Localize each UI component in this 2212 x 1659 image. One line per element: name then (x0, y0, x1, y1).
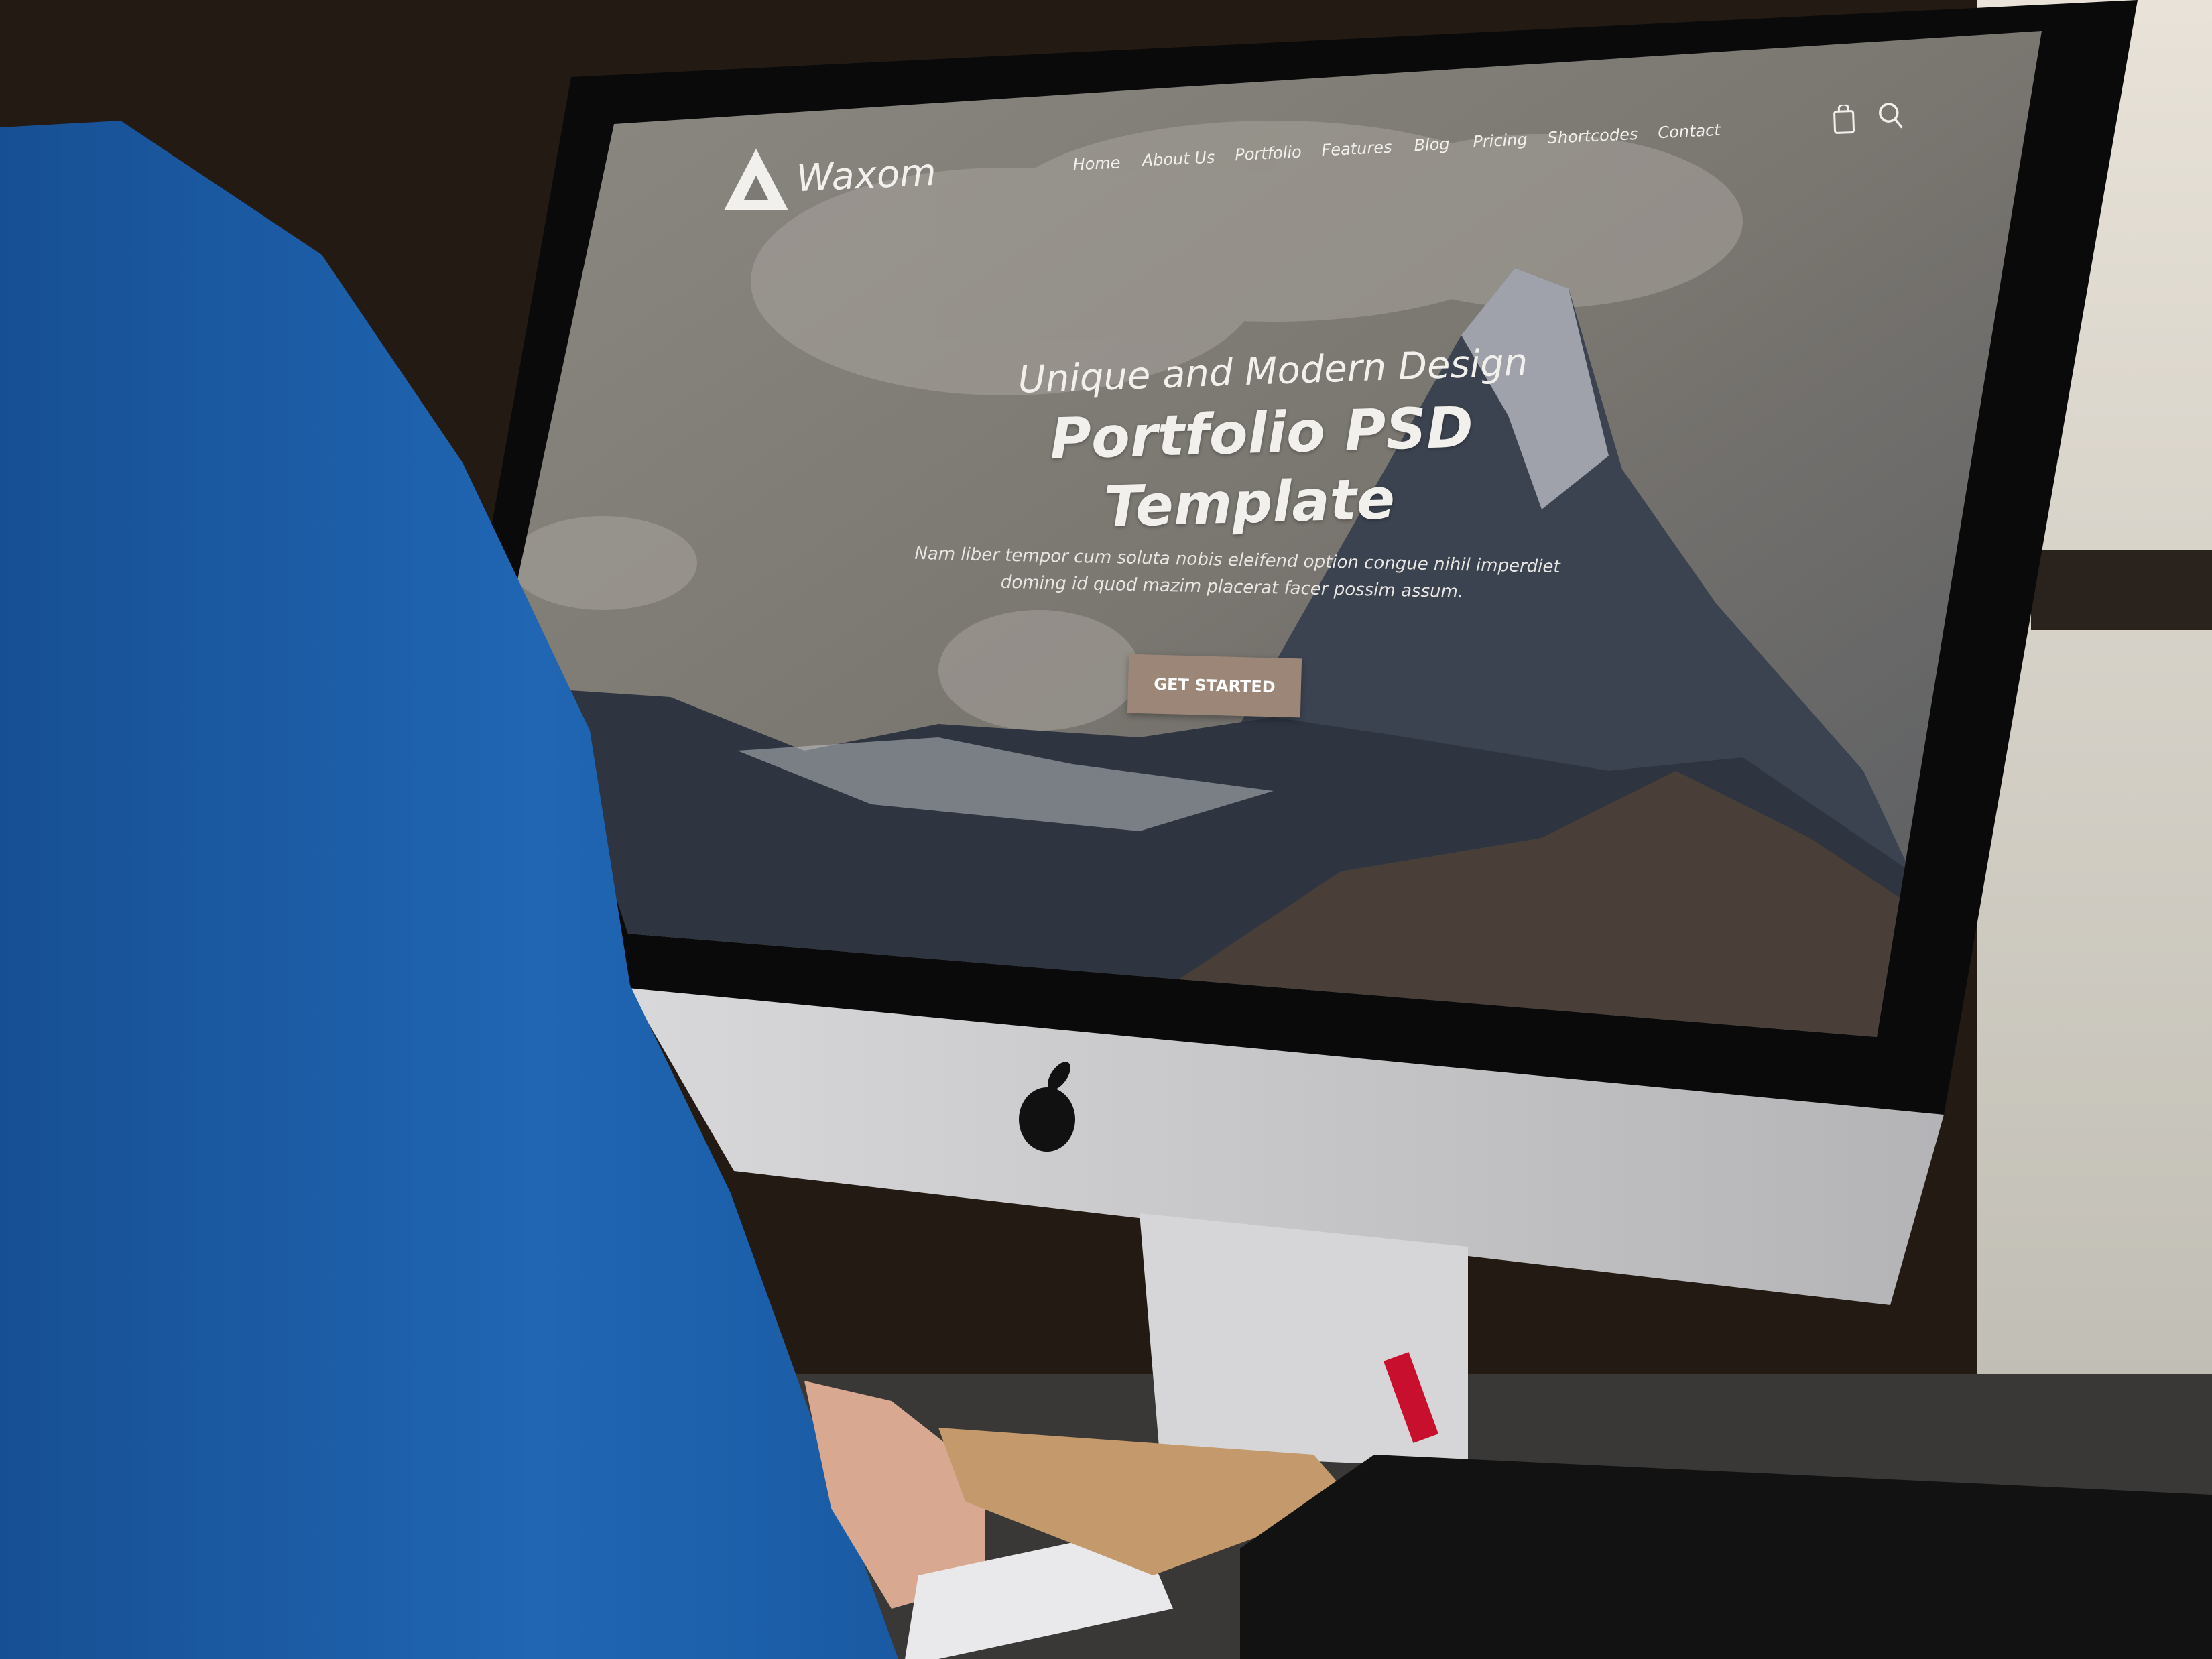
nav-home[interactable]: Home (1072, 153, 1121, 174)
nav-about-us[interactable]: About Us (1142, 148, 1215, 170)
logo-text: Waxom (795, 150, 937, 201)
site-logo[interactable] (724, 149, 788, 213)
nav-pricing[interactable]: Pricing (1473, 130, 1528, 151)
shopping-bag-icon[interactable] (1832, 103, 1856, 137)
hero-title-line1: Portfolio PSD (1049, 394, 1474, 472)
search-icon[interactable] (1877, 101, 1905, 133)
nav-blog[interactable]: Blog (1414, 135, 1450, 155)
nav-features[interactable]: Features (1321, 138, 1392, 160)
desk-scene-photo (0, 0, 2212, 1659)
logo-triangle-icon (724, 149, 788, 210)
window-frame (2031, 550, 2212, 630)
hero-title-line2: Template (1103, 465, 1396, 540)
get-started-button[interactable]: GET STARTED (1127, 654, 1302, 718)
nav-contact[interactable]: Contact (1658, 121, 1721, 142)
nav-portfolio[interactable]: Portfolio (1235, 143, 1302, 164)
